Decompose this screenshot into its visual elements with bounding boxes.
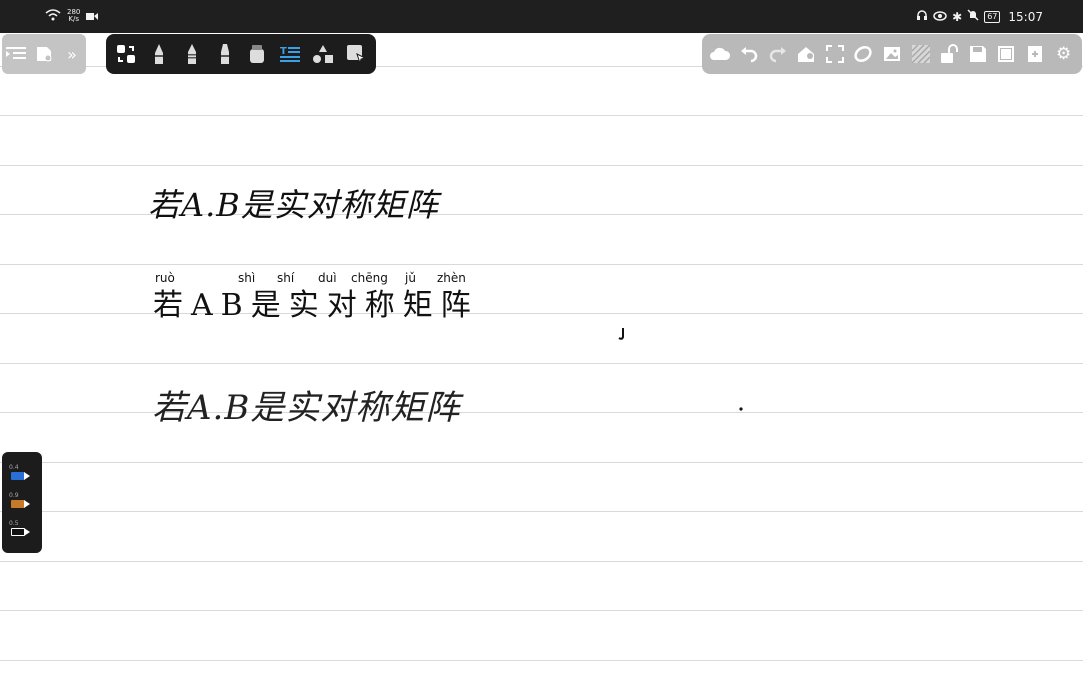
pencil-icon[interactable] [181,43,203,65]
battery-indicator: 67 [984,10,1001,23]
page-rule [0,561,1083,562]
handwriting-line-2[interactable]: 若AB是实对称矩阵 [153,280,479,324]
status-right: ✱ 67 15:07 [916,9,1043,24]
bluetooth-icon: ✱ [952,9,963,24]
pen-size-label: 0.5 [9,519,19,527]
expand-icon[interactable]: » [61,43,83,65]
network-speed: 280 K/s [67,8,80,23]
status-bar: 280 K/s ✱ 67 15:07 [0,0,1083,33]
cloud-icon[interactable] [709,43,731,65]
eraser-icon[interactable] [246,43,268,65]
mute-icon [967,9,979,24]
handwriting-line-1[interactable]: 若A.B是实对称矩阵 [148,180,439,226]
share-icon[interactable] [795,43,817,65]
eye-comfort-icon [933,10,947,24]
lasso-convert-icon[interactable] [115,43,137,65]
unlock-icon[interactable] [938,43,960,65]
pattern-icon[interactable] [910,43,932,65]
page-rule [0,511,1083,512]
left-toolbar: » [2,34,86,74]
text-icon[interactable]: T [279,43,301,65]
add-page-icon[interactable] [1024,43,1046,65]
page-rule [0,264,1083,265]
undo-icon[interactable] [738,43,760,65]
page-icon[interactable] [33,43,55,65]
page-view-icon[interactable] [995,43,1017,65]
page-rule [0,610,1083,611]
stray-ink-dot [739,407,743,411]
redo-icon[interactable] [767,43,789,65]
sync-icon[interactable] [852,43,874,65]
video-record-icon [86,6,99,25]
pen-size-label: 0.4 [9,463,19,471]
marker-icon[interactable] [214,43,236,65]
pen-preset-black[interactable]: 0.5 [7,520,37,542]
pen-toolbar: T [106,34,376,74]
pen-preset-icon [11,499,25,508]
pen-size-label: 0.9 [9,491,19,499]
page-rule [0,165,1083,166]
page-rule [0,363,1083,364]
fullscreen-icon[interactable] [824,43,846,65]
fountain-pen-icon[interactable] [148,43,170,65]
right-toolbar: ⚙ [702,34,1082,74]
select-icon[interactable] [345,43,367,65]
shapes-icon[interactable] [312,43,334,65]
pen-tip [24,527,30,536]
status-left: 280 K/s [45,6,99,25]
clock: 15:07 [1008,9,1043,24]
pen-preset-icon [11,471,25,480]
pen-presets-panel: 0.4 0.9 0.5 [2,452,42,553]
pen-preset-icon [11,527,25,536]
pen-tip [24,471,30,480]
pen-preset-blue[interactable]: 0.4 [7,464,37,486]
page-rule [0,660,1083,661]
pen-tip [24,499,30,508]
page-rule [0,462,1083,463]
note-page[interactable] [0,33,1083,676]
svg-text:T: T [280,46,287,57]
handwriting-line-3[interactable]: 若A.B是实对称矩阵 [152,380,460,429]
outline-icon[interactable] [5,43,27,65]
headphones-icon [916,9,928,24]
page-rule [0,115,1083,116]
insert-image-icon[interactable] [881,43,903,65]
network-speed-unit: K/s [68,14,79,23]
save-icon[interactable] [967,43,989,65]
settings-icon[interactable]: ⚙ [1053,43,1075,65]
stray-ink-stroke [618,328,624,340]
wifi-icon [45,6,61,25]
pen-preset-brown[interactable]: 0.9 [7,492,37,514]
